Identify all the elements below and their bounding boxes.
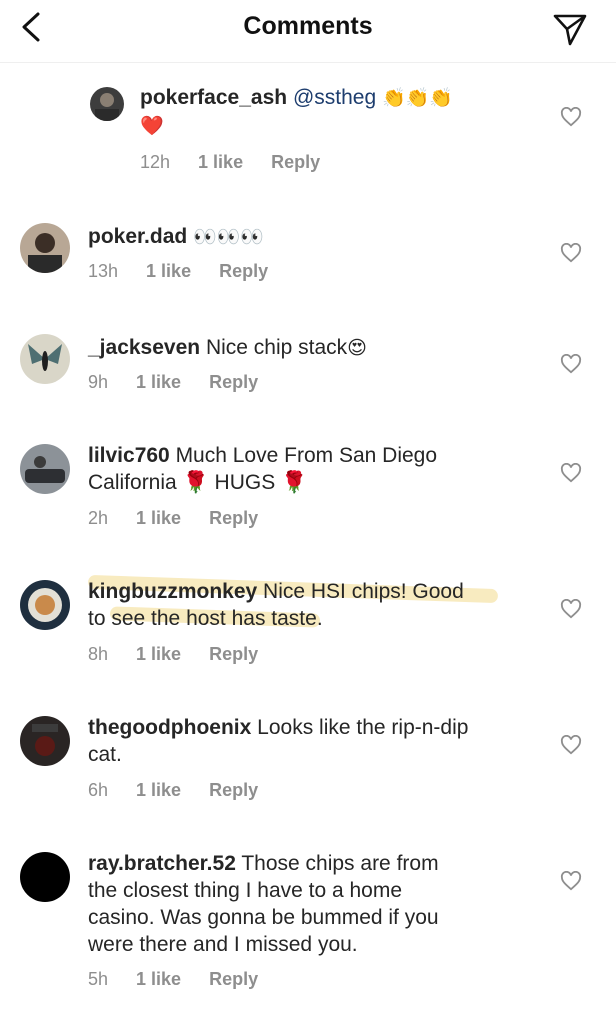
comment-meta: 13h 1 like Reply [88, 261, 268, 282]
eyes-emoji: 👀👀👀 [193, 226, 265, 248]
avatar[interactable] [20, 852, 70, 902]
like-heart-icon[interactable] [560, 243, 582, 263]
comment: lilvic760 Much Love From San Diego Calif… [0, 426, 616, 562]
like-heart-icon[interactable] [560, 107, 582, 127]
top-bar: Comments [0, 0, 616, 63]
comment-text: _jackseven Nice chip stack😍 [88, 334, 528, 362]
comment-username[interactable]: pokerface_ash [140, 86, 287, 109]
comment-body-line2: cat. [88, 743, 122, 766]
comment-meta: 8h 1 like Reply [88, 644, 258, 665]
heart-emoji: ❤️ [140, 115, 164, 137]
comment-meta: 9h 1 like Reply [88, 372, 258, 393]
comment-body-line4: were there and I missed you. [88, 933, 358, 956]
comment-text: ray.bratcher.52 Those chips are from the… [88, 850, 528, 958]
comment-text: kingbuzzmonkey Nice HSI chips! Good to s… [88, 578, 528, 632]
likes-count[interactable]: 1 like [146, 261, 191, 282]
avatar[interactable] [90, 87, 124, 121]
comment-username[interactable]: kingbuzzmonkey [88, 580, 257, 603]
heart-eyes-emoji: 😍 [347, 337, 367, 359]
comment: kingbuzzmonkey Nice HSI chips! Good to s… [0, 562, 616, 698]
comment-body-line2: to see the host has taste. [88, 607, 323, 630]
comment-text: lilvic760 Much Love From San Diego Calif… [88, 442, 528, 496]
like-heart-icon[interactable] [560, 871, 582, 891]
reply-button[interactable]: Reply [209, 372, 258, 393]
comment-time: 2h [88, 508, 109, 528]
avatar[interactable] [20, 444, 70, 494]
comment-time: 8h [88, 644, 109, 664]
clap-emoji: 👏👏👏 [381, 87, 453, 109]
comment-username[interactable]: _jackseven [88, 336, 200, 359]
comment-text: poker.dad 👀👀👀 [88, 223, 528, 251]
comment-meta: 2h 1 like Reply [88, 508, 258, 529]
likes-count[interactable]: 1 like [136, 508, 181, 529]
comment-body: Nice HSI chips! Good [257, 580, 464, 603]
comment: thegoodphoenix Looks like the rip-n-dip … [0, 698, 616, 834]
reply-button[interactable]: Reply [271, 152, 320, 173]
mention-link[interactable]: @sstheg [293, 86, 376, 109]
comment-body-line2: California 🌹 HUGS 🌹 [88, 471, 308, 494]
like-heart-icon[interactable] [560, 599, 582, 619]
comment-time: 12h [140, 152, 171, 172]
comment-body: Those chips are from [235, 852, 439, 875]
comment-meta: 6h 1 like Reply [88, 780, 258, 801]
reply-button[interactable]: Reply [209, 780, 258, 801]
comment-time: 6h [88, 780, 109, 800]
send-paper-plane-icon[interactable] [552, 11, 588, 47]
avatar[interactable] [20, 716, 70, 766]
comment-reply: pokerface_ash @sstheg 👏👏👏 ❤️ 12h 1 like … [0, 62, 616, 192]
reply-button[interactable]: Reply [209, 644, 258, 665]
like-heart-icon[interactable] [560, 354, 582, 374]
comment-meta: 5h 1 like Reply [88, 969, 258, 990]
comment-meta: 12h 1 like Reply [140, 152, 320, 173]
comment-username[interactable]: poker.dad [88, 225, 187, 248]
comment-body: Nice chip stack [200, 336, 348, 359]
comment-body: Looks like the rip-n-dip [251, 716, 469, 739]
reply-button[interactable]: Reply [219, 261, 268, 282]
reply-button[interactable]: Reply [209, 508, 258, 529]
comment: ray.bratcher.52 Those chips are from the… [0, 834, 616, 1014]
comment-body-line3: casino. Was gonna be bummed if you [88, 906, 439, 929]
comment: poker.dad 👀👀👀 13h 1 like Reply [0, 205, 616, 315]
comment-username[interactable]: ray.bratcher.52 [88, 852, 236, 875]
likes-count[interactable]: 1 like [136, 644, 181, 665]
reply-button[interactable]: Reply [209, 969, 258, 990]
comment-body-line2: the closest thing I have to a home [88, 879, 403, 902]
page-title: Comments [243, 12, 373, 40]
comment-time: 13h [88, 261, 119, 281]
avatar[interactable] [20, 580, 70, 630]
avatar[interactable] [20, 223, 70, 273]
comment: _jackseven Nice chip stack😍 9h 1 like Re… [0, 316, 616, 426]
comment-username[interactable]: lilvic760 [88, 444, 170, 467]
avatar[interactable] [20, 334, 70, 384]
comment-text: pokerface_ash @sstheg 👏👏👏 ❤️ [140, 84, 580, 140]
likes-count[interactable]: 1 like [136, 780, 181, 801]
comment-body: Much Love From San Diego [169, 444, 438, 467]
like-heart-icon[interactable] [560, 463, 582, 483]
comment-time: 9h [88, 372, 109, 392]
like-heart-icon[interactable] [560, 735, 582, 755]
likes-count[interactable]: 1 like [198, 152, 243, 173]
comment-username[interactable]: thegoodphoenix [88, 716, 251, 739]
comment-time: 5h [88, 969, 109, 989]
likes-count[interactable]: 1 like [136, 969, 181, 990]
likes-count[interactable]: 1 like [136, 372, 181, 393]
comment-text: thegoodphoenix Looks like the rip-n-dip … [88, 714, 528, 768]
